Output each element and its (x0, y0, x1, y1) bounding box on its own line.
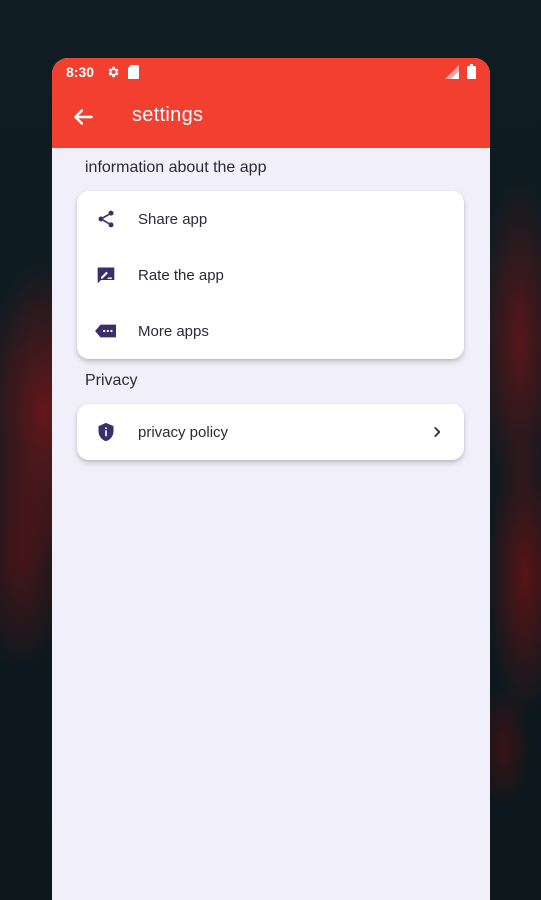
chevron-right-icon (434, 427, 441, 437)
shield-icon (95, 421, 117, 443)
privacy-card: privacy policy (77, 404, 464, 460)
info-card: Share app Rate the app More apps (77, 191, 464, 359)
sd-card-icon (128, 65, 140, 79)
share-app-item[interactable]: Share app (77, 191, 464, 247)
rate-app-label: Rate the app (138, 266, 224, 284)
section-title-privacy: Privacy (85, 372, 138, 389)
app-bar: settings (52, 86, 490, 148)
privacy-policy-label: privacy policy (138, 423, 229, 441)
status-time: 8:30 (66, 64, 95, 80)
more-apps-label: More apps (138, 322, 209, 340)
battery-icon (467, 64, 476, 79)
more-apps-icon (95, 320, 117, 342)
share-app-label: Share app (138, 210, 208, 228)
arrow-left-icon[interactable] (70, 104, 96, 130)
privacy-policy-item[interactable]: privacy policy (77, 404, 464, 460)
gear-icon (108, 66, 119, 78)
status-bar: 8:30 (52, 58, 490, 86)
section-title-info: information about the app (85, 159, 267, 176)
share-icon (95, 208, 117, 230)
more-apps-item[interactable]: More apps (77, 303, 464, 359)
signal-icon (445, 64, 459, 79)
page-title: settings (132, 104, 204, 126)
phone-screen: 8:30 settings information about the app … (52, 58, 490, 900)
rate-app-item[interactable]: Rate the app (77, 247, 464, 303)
rate-icon (95, 264, 117, 286)
